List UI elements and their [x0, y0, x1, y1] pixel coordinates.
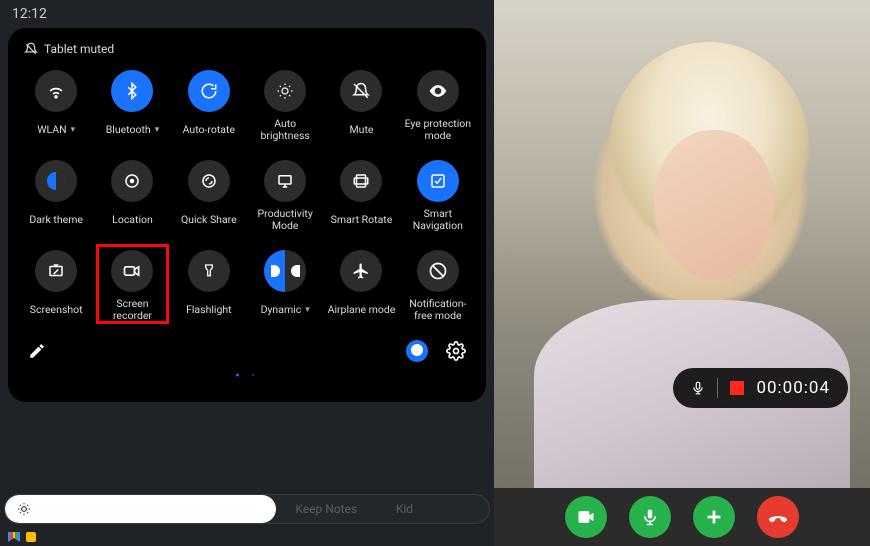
darktheme-icon — [44, 169, 68, 193]
settings-icon[interactable] — [446, 341, 466, 361]
tile-wlan[interactable]: WLAN▾ — [18, 70, 94, 142]
qs-footer — [18, 330, 476, 362]
videocam-icon — [122, 261, 142, 281]
call-controls — [494, 488, 870, 546]
page-indicator: • · — [18, 362, 476, 384]
toggle-mic-button[interactable] — [629, 496, 671, 538]
quickshare-icon — [200, 172, 218, 190]
tile-smartnavigation[interactable]: Smart Navigation — [400, 160, 476, 232]
divider — [717, 378, 718, 398]
screenshot-icon — [47, 262, 65, 280]
dnd-icon — [428, 261, 448, 281]
tile-autorotate[interactable]: Auto-rotate — [171, 70, 247, 142]
flashlight-icon — [201, 262, 217, 280]
bluetooth-icon — [123, 82, 141, 100]
gmail-icon[interactable] — [8, 532, 20, 542]
tile-notificationfree[interactable]: Notification-free mode — [400, 250, 476, 322]
video-feed — [494, 0, 870, 546]
tile-location[interactable]: Location — [94, 160, 170, 232]
recording-timer: 00:00:04 — [756, 378, 830, 398]
video-call-panel: 00:00:04 — [494, 0, 870, 546]
location-icon — [123, 172, 141, 190]
qs-tiles-grid: WLAN▾ Bluetooth▾ Auto-rotate Auto bright… — [18, 66, 476, 330]
tile-eyeprotection[interactable]: Eye protection mode — [400, 70, 476, 142]
tile-productivity[interactable]: Productivity Mode — [247, 160, 323, 232]
bell-off-icon — [352, 82, 370, 100]
muted-label: Tablet muted — [44, 42, 114, 56]
chevron-down-icon[interactable]: ▾ — [71, 125, 76, 135]
edit-icon[interactable] — [28, 342, 46, 360]
record-stop-icon[interactable] — [730, 381, 744, 395]
end-call-button[interactable] — [757, 496, 799, 538]
smartnav-icon — [429, 172, 447, 190]
qs-card: Tablet muted WLAN▾ Bluetooth▾ Auto-rotat… — [8, 28, 486, 402]
sun-icon — [17, 502, 31, 516]
tile-smartrotate[interactable]: Smart Rotate — [323, 160, 399, 232]
tile-mute[interactable]: Mute — [323, 70, 399, 142]
chevron-down-icon[interactable]: ▾ — [155, 125, 160, 135]
smartrotate-icon — [352, 172, 370, 190]
tile-screenshot[interactable]: Screenshot — [18, 250, 94, 322]
tile-screenrecorder[interactable]: Screen recorder — [94, 250, 170, 322]
monitor-icon — [276, 172, 294, 190]
ghost-text: Keep Notes Kid — [295, 502, 413, 516]
user-avatar-icon[interactable] — [406, 340, 428, 362]
tile-quickshare[interactable]: Quick Share — [171, 160, 247, 232]
recording-indicator[interactable]: 00:00:04 — [673, 368, 848, 408]
quick-settings-panel: 12:12 Tablet muted WLAN▾ Bluetooth▾ Auto… — [0, 0, 494, 546]
toggle-video-button[interactable] — [565, 496, 607, 538]
add-participant-button[interactable] — [693, 496, 735, 538]
muted-indicator: Tablet muted — [18, 40, 476, 66]
dolby-icon — [264, 250, 306, 292]
tile-autobrightness[interactable]: Auto brightness — [247, 70, 323, 142]
square-icon[interactable] — [26, 532, 36, 542]
brightness-auto-icon — [276, 82, 294, 100]
tile-airplane[interactable]: Airplane mode — [323, 250, 399, 322]
rotate-icon — [200, 82, 218, 100]
tile-dynamic[interactable]: Dynamic▾ — [247, 250, 323, 322]
eye-icon — [428, 81, 448, 101]
nav-strip — [0, 528, 494, 546]
tile-flashlight[interactable]: Flashlight — [171, 250, 247, 322]
bell-off-icon — [24, 42, 38, 56]
wifi-icon — [46, 81, 66, 101]
status-bar: 12:12 — [0, 0, 494, 28]
mic-icon[interactable] — [691, 379, 705, 397]
airplane-icon — [352, 262, 370, 280]
tile-bluetooth[interactable]: Bluetooth▾ — [94, 70, 170, 142]
clock: 12:12 — [12, 6, 47, 22]
tile-darktheme[interactable]: Dark theme — [18, 160, 94, 232]
brightness-slider[interactable]: Keep Notes Kid — [0, 494, 494, 524]
chevron-down-icon[interactable]: ▾ — [305, 305, 310, 315]
